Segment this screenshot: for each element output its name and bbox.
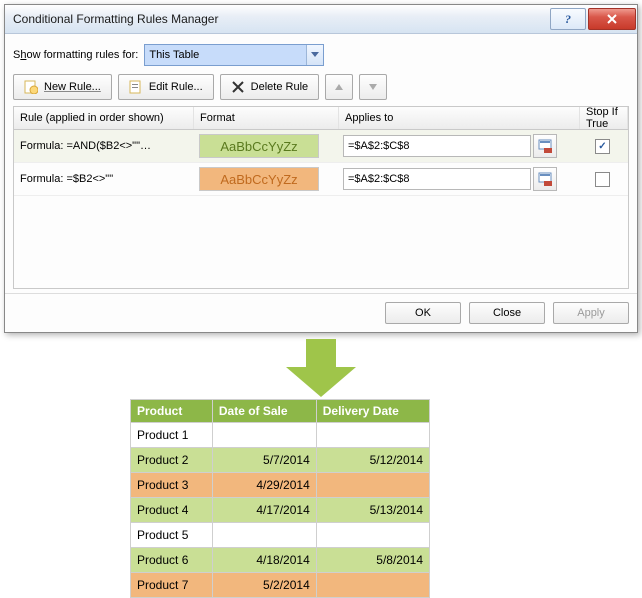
stop-if-true-checkbox[interactable] (595, 172, 610, 187)
sheet-row: Product 75/2/2014 (131, 573, 430, 598)
sheet-header: Date of Sale (212, 400, 316, 423)
sheet-cell[interactable]: 5/12/2014 (316, 448, 429, 473)
grid-header: Rule (applied in order shown) Format App… (14, 107, 628, 130)
col-rule: Rule (applied in order shown) (14, 107, 194, 129)
sheet-row: Product 5 (131, 523, 430, 548)
range-picker-button[interactable] (533, 167, 557, 191)
dialog-footer: OK Close Apply (5, 293, 637, 332)
delete-rule-button[interactable]: Delete Rule (220, 74, 319, 100)
sheet-cell[interactable]: 5/7/2014 (212, 448, 316, 473)
chevron-down-icon (306, 45, 323, 65)
delete-icon (231, 80, 245, 94)
close-button[interactable]: Close (469, 302, 545, 324)
sheet-cell[interactable]: Product 3 (131, 473, 213, 498)
rule-row[interactable]: Formula: =$B2<>""AaBbCcYyZz (14, 163, 628, 196)
close-icon (607, 14, 617, 24)
sheet-cell[interactable]: 4/29/2014 (212, 473, 316, 498)
dialog-title: Conditional Formatting Rules Manager (13, 12, 218, 26)
sheet-cell[interactable] (316, 473, 429, 498)
sheet-cell[interactable]: 5/8/2014 (316, 548, 429, 573)
new-rule-icon (24, 80, 38, 94)
sheet-header: Delivery Date (316, 400, 429, 423)
range-picker-icon (538, 139, 552, 153)
range-picker-icon (538, 172, 552, 186)
col-applies: Applies to (339, 107, 580, 129)
sheet-row: Product 1 (131, 423, 430, 448)
sheet-cell[interactable]: Product 6 (131, 548, 213, 573)
sheet-cell[interactable]: Product 1 (131, 423, 213, 448)
triangle-down-icon (369, 84, 377, 90)
titlebar: Conditional Formatting Rules Manager ? (5, 5, 637, 34)
cf-rules-manager-dialog: Conditional Formatting Rules Manager ? S… (4, 4, 638, 333)
sheet-cell[interactable]: Product 5 (131, 523, 213, 548)
rules-grid: Rule (applied in order shown) Format App… (13, 106, 629, 289)
help-button[interactable]: ? (550, 8, 586, 30)
format-preview: AaBbCcYyZz (199, 167, 319, 191)
ok-button[interactable]: OK (385, 302, 461, 324)
rule-formula: Formula: =AND($B2<>""… (14, 130, 193, 162)
sheet-cell[interactable] (212, 523, 316, 548)
sheet-row: Product 25/7/20145/12/2014 (131, 448, 430, 473)
edit-rule-button[interactable]: Edit Rule... (118, 74, 214, 100)
sheet-cell[interactable]: Product 2 (131, 448, 213, 473)
sheet-header: Product (131, 400, 213, 423)
rule-row[interactable]: Formula: =AND($B2<>""…AaBbCcYyZz ✓ (14, 130, 628, 163)
range-picker-button[interactable] (533, 134, 557, 158)
sheet-row: Product 34/29/2014 (131, 473, 430, 498)
applies-input[interactable] (343, 135, 531, 157)
scope-value: This Table (149, 49, 199, 61)
sheet-cell[interactable] (316, 523, 429, 548)
move-up-button[interactable] (325, 74, 353, 100)
triangle-up-icon (335, 84, 343, 90)
sheet-cell[interactable] (316, 573, 429, 598)
sheet-cell[interactable] (316, 423, 429, 448)
sheet-cell[interactable]: 4/18/2014 (212, 548, 316, 573)
col-stop: Stop If True (580, 107, 628, 129)
grid-empty-area[interactable] (14, 196, 628, 288)
move-down-button[interactable] (359, 74, 387, 100)
scope-label: Show formatting rules for: (13, 49, 138, 61)
result-arrow-icon (286, 339, 356, 397)
new-rule-button[interactable]: New Rule... (13, 74, 112, 100)
result-sheet: ProductDate of SaleDelivery Date Product… (130, 399, 430, 598)
applies-input[interactable] (343, 168, 531, 190)
sheet-cell[interactable]: 5/2/2014 (212, 573, 316, 598)
scope-select[interactable]: This Table (144, 44, 324, 66)
close-window-button[interactable] (588, 8, 636, 30)
edit-rule-icon (129, 80, 143, 94)
rule-formula: Formula: =$B2<>"" (14, 163, 193, 195)
stop-if-true-checkbox[interactable]: ✓ (595, 139, 610, 154)
col-format: Format (194, 107, 339, 129)
apply-button[interactable]: Apply (553, 302, 629, 324)
sheet-row: Product 64/18/20145/8/2014 (131, 548, 430, 573)
sheet-cell[interactable] (212, 423, 316, 448)
format-preview: AaBbCcYyZz (199, 134, 319, 158)
sheet-cell[interactable]: Product 7 (131, 573, 213, 598)
